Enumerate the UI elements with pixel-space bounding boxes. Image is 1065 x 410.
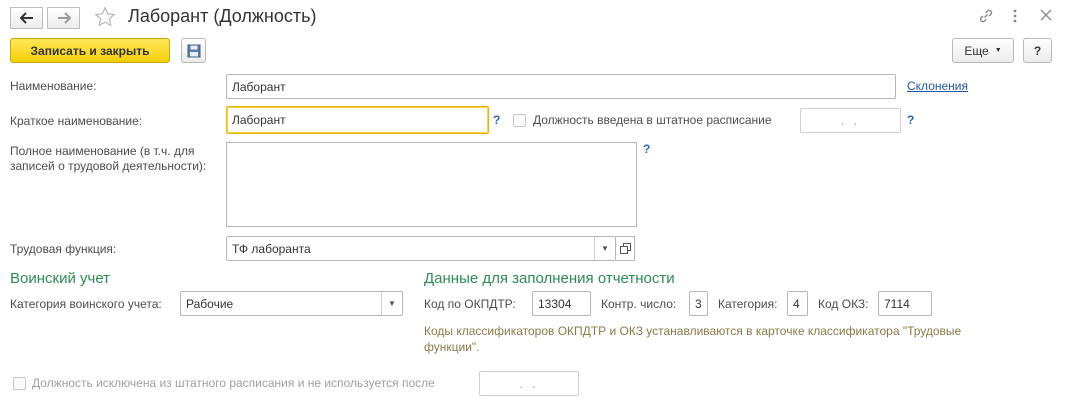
labor-function-label: Трудовая функция: (10, 242, 117, 256)
military-category-label: Категория воинского учета: (10, 297, 162, 311)
link-icon[interactable] (978, 8, 994, 27)
chevron-down-icon: ▼ (994, 47, 1002, 54)
control-number-label: Контр. число: (601, 297, 677, 311)
floppy-disk-icon (187, 44, 200, 57)
full-name-label-line1: Полное наименование (в т.ч. для (10, 144, 195, 158)
full-name-help-icon[interactable]: ? (643, 142, 650, 156)
short-name-input[interactable]: Лаборант (226, 106, 489, 134)
window-title: Лаборант (Должность) (128, 6, 317, 26)
forward-button[interactable] (47, 7, 80, 29)
full-name-textarea[interactable] (226, 142, 637, 227)
declensions-link[interactable]: Склонения (907, 79, 968, 93)
excluded-date-input: . . (479, 371, 579, 396)
category-label: Категория: (718, 297, 778, 311)
name-input[interactable]: Лаборант (226, 74, 896, 99)
short-name-help-icon[interactable]: ? (493, 113, 500, 127)
okpdtr-input[interactable]: 13304 (532, 291, 591, 316)
chevron-down-icon[interactable]: ▼ (381, 292, 402, 315)
military-section-title: Воинский учет (10, 270, 111, 287)
arrow-left-icon (19, 12, 33, 24)
category-input[interactable]: 4 (787, 291, 808, 316)
military-category-select[interactable]: Рабочие ▼ (180, 291, 403, 316)
save-and-close-button[interactable]: Записать и закрыть (10, 38, 170, 63)
okz-input[interactable]: 7114 (878, 291, 932, 316)
open-window-icon (619, 243, 631, 254)
okz-label: Код ОКЗ: (818, 297, 869, 311)
in-staff-checkbox[interactable] (513, 114, 526, 127)
military-category-value: Рабочие (186, 296, 234, 311)
open-labor-function-button[interactable] (616, 236, 635, 261)
short-name-label: Краткое наименование: (10, 114, 143, 128)
control-number-input[interactable]: 3 (689, 291, 708, 316)
in-staff-help-icon[interactable]: ? (907, 113, 914, 127)
excluded-label: Должность исключена из штатного расписан… (32, 376, 435, 390)
in-staff-label: Должность введена в штатное расписание (533, 113, 772, 127)
favorite-star-icon[interactable] (94, 6, 116, 31)
classifier-note-line1: Коды классификаторов ОКПДТР и ОКЗ устана… (424, 324, 962, 338)
reporting-section-title: Данные для заполнения отчетности (424, 270, 675, 287)
full-name-label-line2: записей о трудовой деятельности): (10, 159, 207, 173)
chevron-down-icon[interactable]: ▼ (594, 237, 615, 260)
more-label: Еще (964, 43, 989, 58)
help-button[interactable]: ? (1023, 38, 1052, 63)
name-label: Наименование: (10, 79, 97, 93)
more-actions-button[interactable]: Еще ▼ (952, 38, 1014, 63)
more-vertical-icon[interactable] (1012, 8, 1018, 27)
close-icon[interactable] (1040, 9, 1052, 24)
save-button[interactable] (181, 38, 206, 63)
labor-function-value: ТФ лаборанта (232, 241, 311, 256)
arrow-right-icon (57, 12, 71, 24)
classifier-note-line2: функции". (424, 340, 480, 354)
back-button[interactable] (10, 7, 43, 29)
labor-function-select[interactable]: ТФ лаборанта ▼ (226, 236, 616, 261)
okpdtr-label: Код по ОКПДТР: (424, 297, 516, 311)
in-staff-date-input: . . (800, 108, 901, 133)
excluded-checkbox (13, 377, 26, 390)
